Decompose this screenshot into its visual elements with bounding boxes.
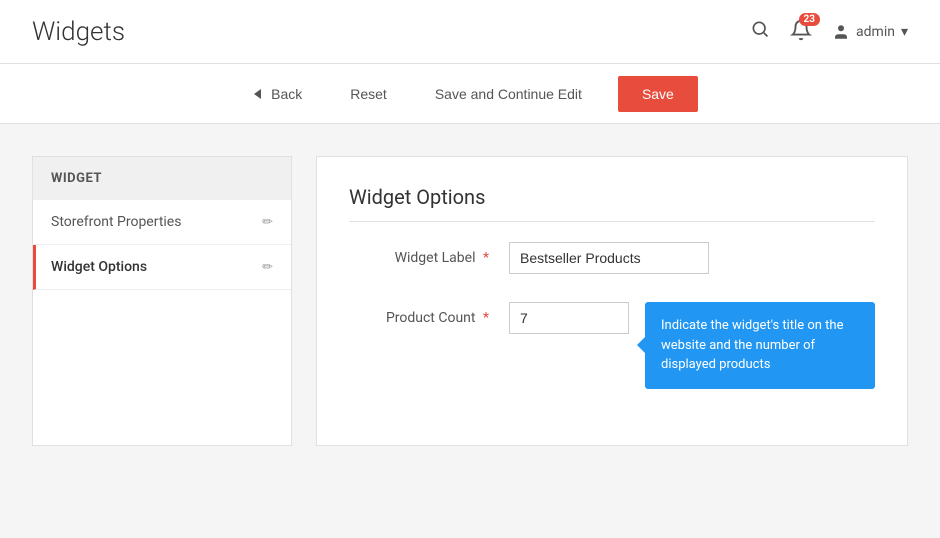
widget-label-input[interactable] <box>509 242 709 274</box>
edit-icon[interactable]: ✏ <box>262 260 273 275</box>
sidebar-item-label: Widget Options <box>51 259 147 275</box>
page-title: Widgets <box>32 17 125 47</box>
widget-panel: Widget Options Widget Label * Product Co… <box>316 156 908 446</box>
panel-title: Widget Options <box>349 185 875 222</box>
sidebar: WIDGET Storefront Properties ✏ Widget Op… <box>32 156 292 446</box>
admin-label: admin <box>856 24 895 40</box>
arrow-left-icon <box>254 89 261 99</box>
action-bar: Back Reset Save and Continue Edit Save <box>0 64 940 124</box>
product-count-label: Product Count * <box>349 302 509 326</box>
save-button[interactable]: Save <box>618 76 698 112</box>
sidebar-item-widget-options[interactable]: Widget Options ✏ <box>33 245 291 290</box>
sidebar-item-storefront[interactable]: Storefront Properties ✏ <box>33 200 291 245</box>
reset-button[interactable]: Reset <box>338 78 399 110</box>
back-button[interactable]: Back <box>242 78 314 110</box>
topbar-actions: 23 admin ▾ <box>750 19 908 45</box>
edit-icon[interactable]: ✏ <box>262 215 273 230</box>
main-content: WIDGET Storefront Properties ✏ Widget Op… <box>0 124 940 478</box>
widget-label-label: Widget Label * <box>349 242 509 266</box>
product-count-input[interactable] <box>509 302 629 334</box>
product-count-row: Product Count * Indicate the widget's ti… <box>349 302 875 389</box>
notification-count: 23 <box>799 13 820 26</box>
user-icon <box>832 23 850 41</box>
tooltip-box: Indicate the widget's title on the websi… <box>645 302 875 389</box>
topbar: Widgets 23 admin ▾ <box>0 0 940 64</box>
widget-label-row: Widget Label * <box>349 242 875 274</box>
search-icon[interactable] <box>750 19 770 44</box>
chevron-down-icon: ▾ <box>901 24 908 40</box>
admin-menu[interactable]: admin ▾ <box>832 23 908 41</box>
save-continue-button[interactable]: Save and Continue Edit <box>423 78 594 110</box>
notifications-bell[interactable]: 23 <box>790 19 812 45</box>
sidebar-header: WIDGET <box>33 157 291 200</box>
required-star: * <box>483 310 489 326</box>
required-star: * <box>483 250 489 266</box>
sidebar-item-label: Storefront Properties <box>51 214 181 230</box>
